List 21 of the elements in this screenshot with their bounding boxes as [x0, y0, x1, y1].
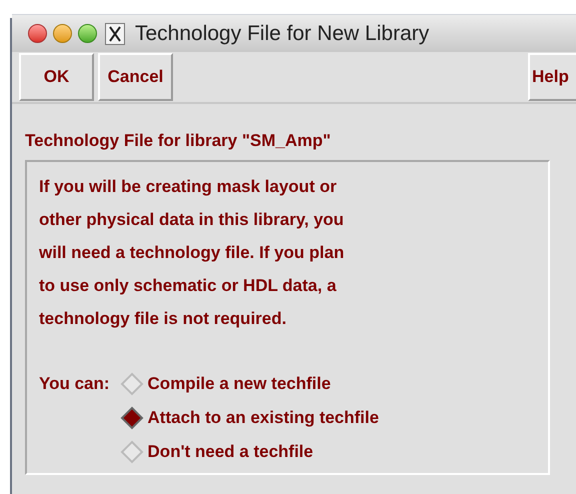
radio-button[interactable] — [120, 372, 144, 396]
description-line: will need a technology file. If you plan — [39, 242, 346, 264]
option-label[interactable]: Compile a new techfile — [148, 370, 331, 396]
maximize-button[interactable] — [78, 24, 97, 43]
option-label[interactable]: Don't need a techfile — [148, 438, 314, 464]
help-button[interactable]: Help — [528, 53, 576, 101]
dialog-button[interactable]: Cancel — [98, 53, 173, 101]
radio-button[interactable] — [120, 440, 144, 464]
x-window-icon — [105, 22, 125, 44]
description-line: If you will be creating mask layout or — [39, 176, 338, 198]
options-label: You can: — [39, 372, 110, 394]
radio-button[interactable] — [120, 406, 144, 430]
option-label[interactable]: Attach to an existing techfile — [148, 404, 379, 430]
section-label: Technology File for library "SM_Amp" — [25, 130, 332, 152]
window-title: Technology File for New Library — [135, 20, 430, 47]
close-button[interactable] — [28, 24, 47, 43]
minimize-button[interactable] — [53, 24, 72, 43]
description-line: technology file is not required. — [39, 308, 288, 330]
description-line: to use only schematic or HDL data, a — [39, 274, 338, 296]
dialog-button[interactable]: OK — [19, 53, 94, 101]
description-line: other physical data in this library, you — [39, 208, 345, 230]
